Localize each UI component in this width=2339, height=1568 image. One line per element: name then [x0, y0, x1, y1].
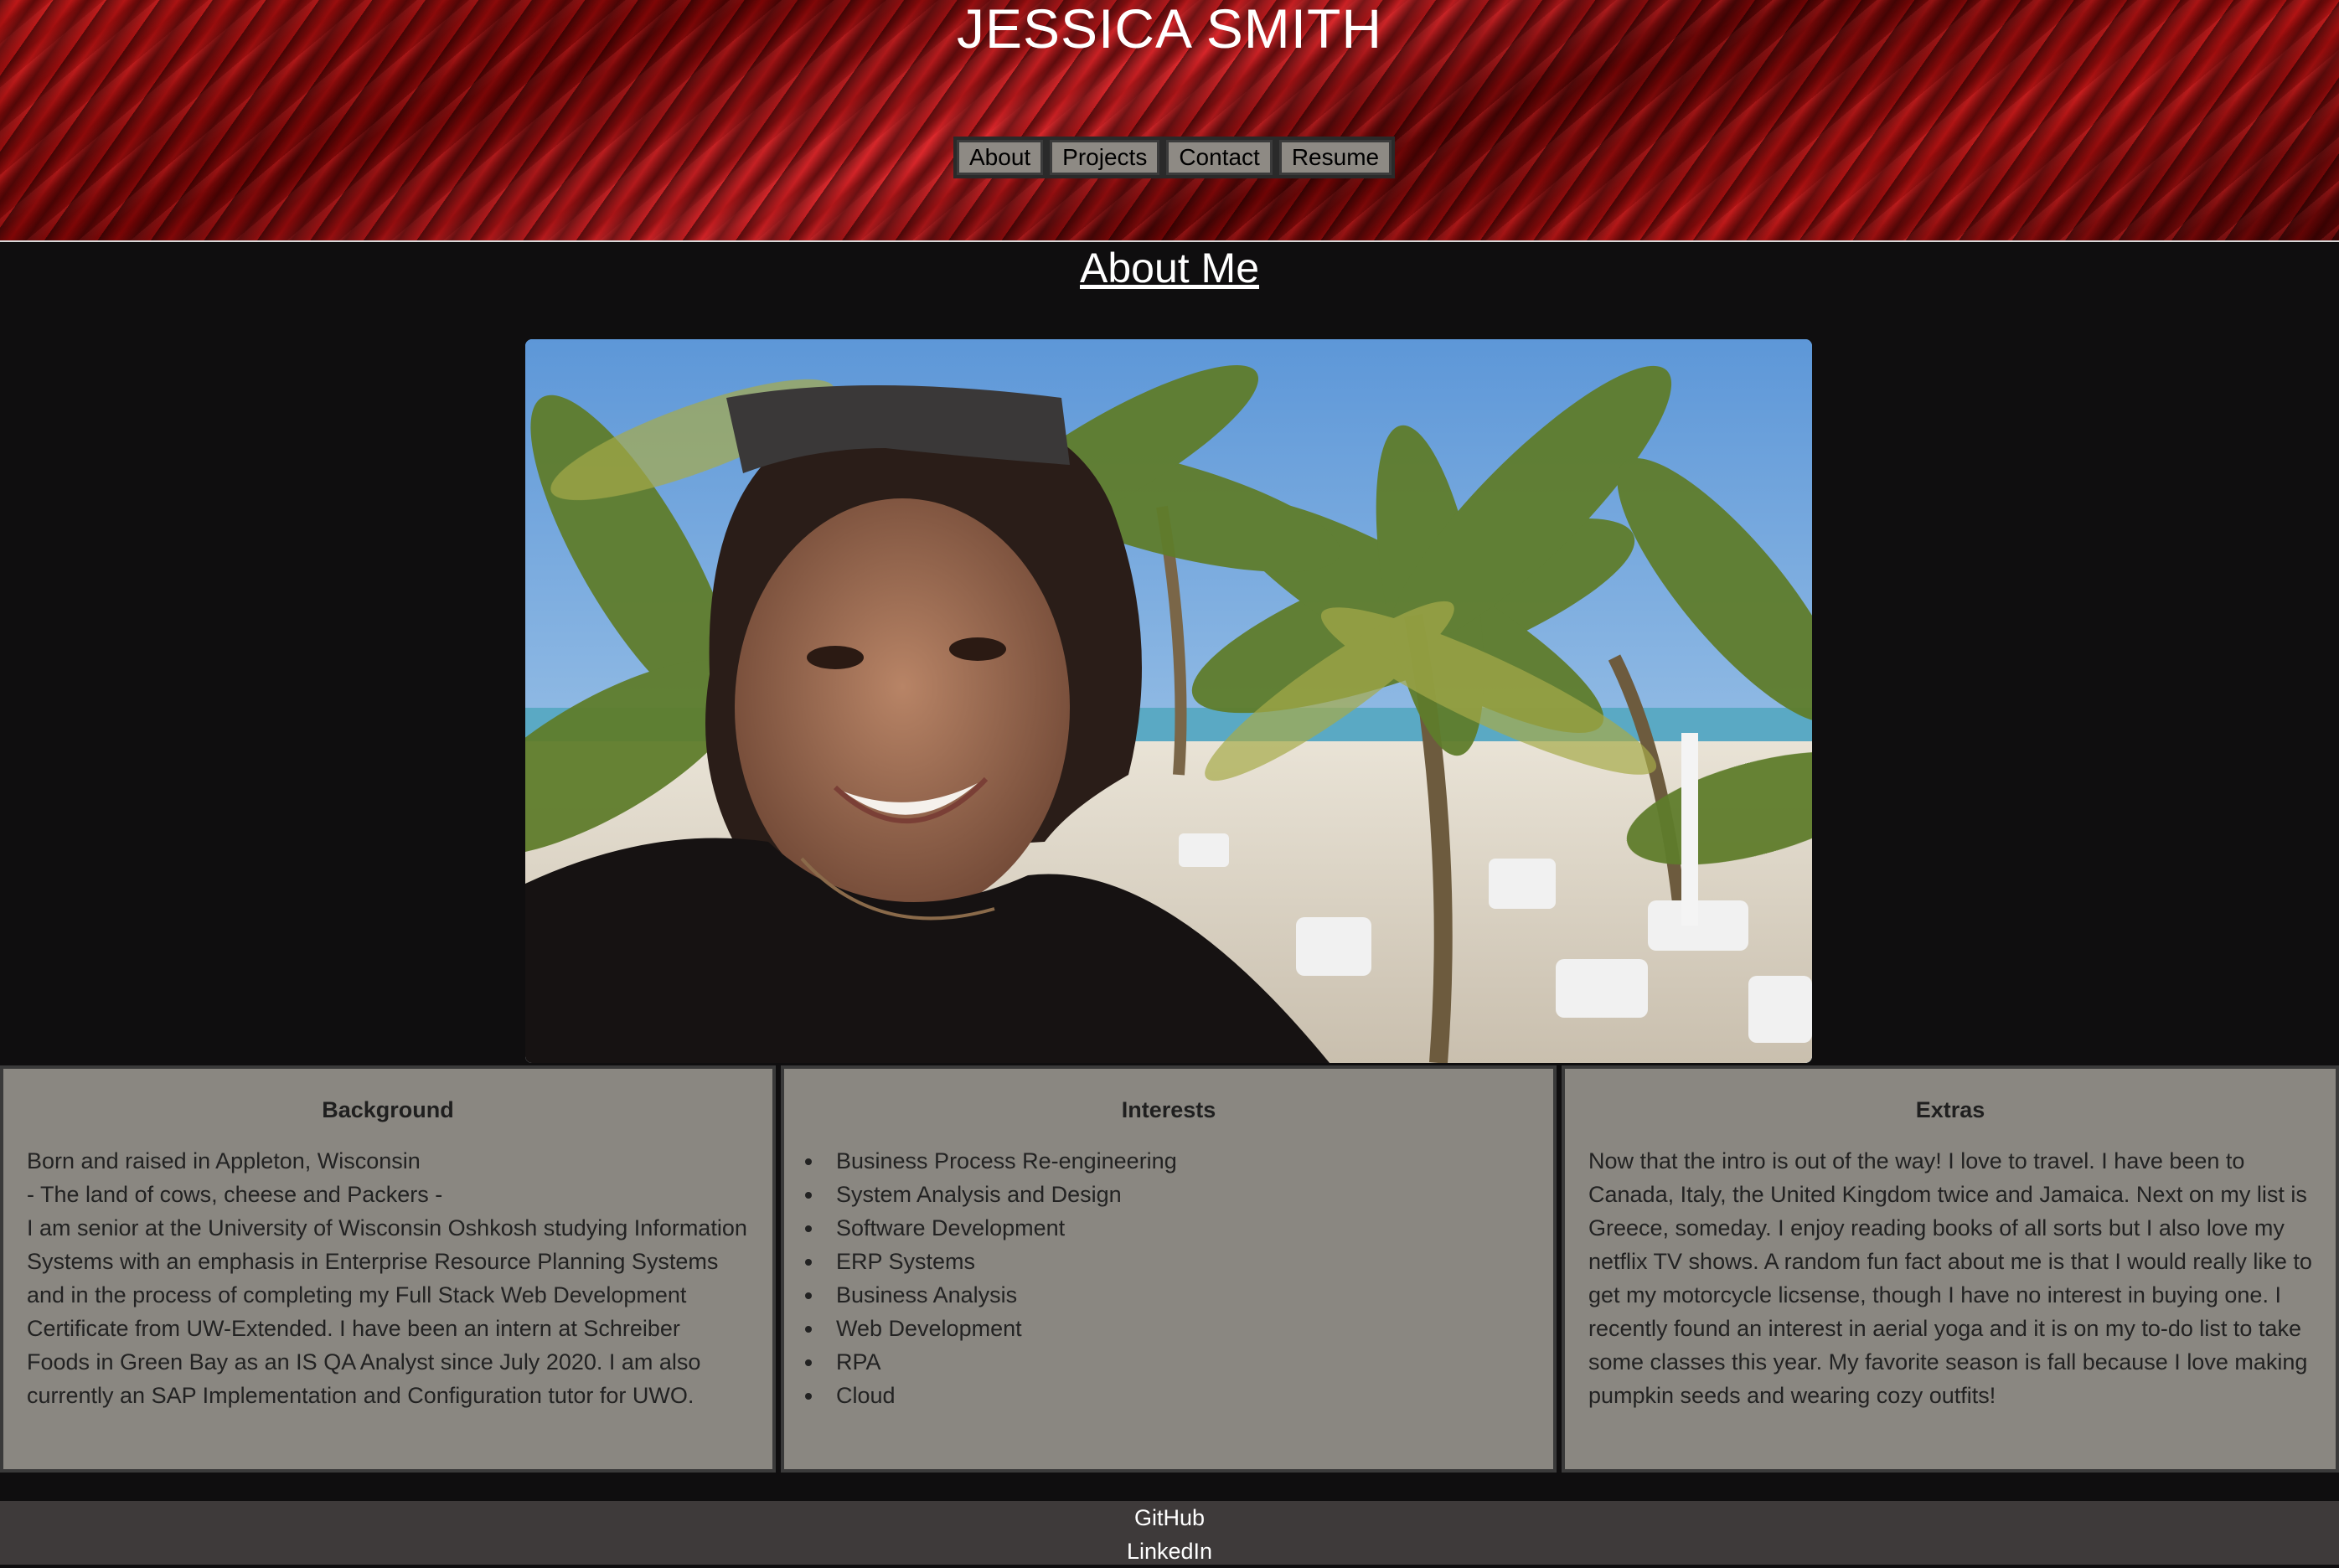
- nav-contact-button[interactable]: Contact: [1166, 140, 1273, 175]
- list-item: System Analysis and Design: [824, 1178, 1530, 1211]
- linkedin-link[interactable]: LinkedIn: [0, 1534, 2339, 1568]
- github-link[interactable]: GitHub: [0, 1501, 2339, 1534]
- extras-card-title: Extras: [1915, 1097, 1985, 1122]
- nav-projects-button[interactable]: Projects: [1050, 140, 1160, 175]
- list-item: Cloud: [824, 1379, 1530, 1412]
- list-item: Business Analysis: [824, 1278, 1530, 1312]
- site-header: JESSICA SMITH About Projects Contact Res…: [0, 0, 2339, 242]
- profile-photo-illustration: [525, 339, 1812, 1063]
- main-nav: About Projects Contact Resume: [953, 137, 1396, 178]
- list-item: ERP Systems: [824, 1245, 1530, 1278]
- about-heading: About Me: [1079, 245, 1259, 291]
- background-line: - The land of cows, cheese and Packers -: [27, 1182, 443, 1207]
- background-line: I am senior at the University of Wiscons…: [27, 1215, 747, 1408]
- nav-resume-button[interactable]: Resume: [1278, 140, 1392, 175]
- site-title: JESSICA SMITH: [956, 0, 1383, 59]
- site-footer: GitHub LinkedIn: [0, 1501, 2339, 1565]
- interests-card-body: Business Process Re-engineering System A…: [787, 1144, 1530, 1412]
- interests-card: Interests Business Process Re-engineerin…: [781, 1065, 1557, 1473]
- list-item: Software Development: [824, 1211, 1530, 1245]
- list-item: Web Development: [824, 1312, 1530, 1345]
- interests-card-title: Interests: [1121, 1097, 1216, 1122]
- background-card-body: Born and raised in Appleton, Wisconsin -…: [27, 1144, 749, 1412]
- list-item: RPA: [824, 1345, 1530, 1379]
- extras-card-body: Now that the intro is out of the way! I …: [1588, 1144, 2312, 1412]
- extras-text: Now that the intro is out of the way! I …: [1588, 1148, 2312, 1408]
- nav-about-button[interactable]: About: [957, 140, 1044, 175]
- interests-list: Business Process Re-engineering System A…: [787, 1144, 1530, 1412]
- list-item: Business Process Re-engineering: [824, 1144, 1530, 1178]
- profile-photo: [525, 339, 1812, 1063]
- extras-card: Extras Now that the intro is out of the …: [1562, 1065, 2339, 1473]
- background-card-title: Background: [322, 1097, 454, 1122]
- background-line: Born and raised in Appleton, Wisconsin: [27, 1148, 421, 1173]
- background-card: Background Born and raised in Appleton, …: [0, 1065, 776, 1473]
